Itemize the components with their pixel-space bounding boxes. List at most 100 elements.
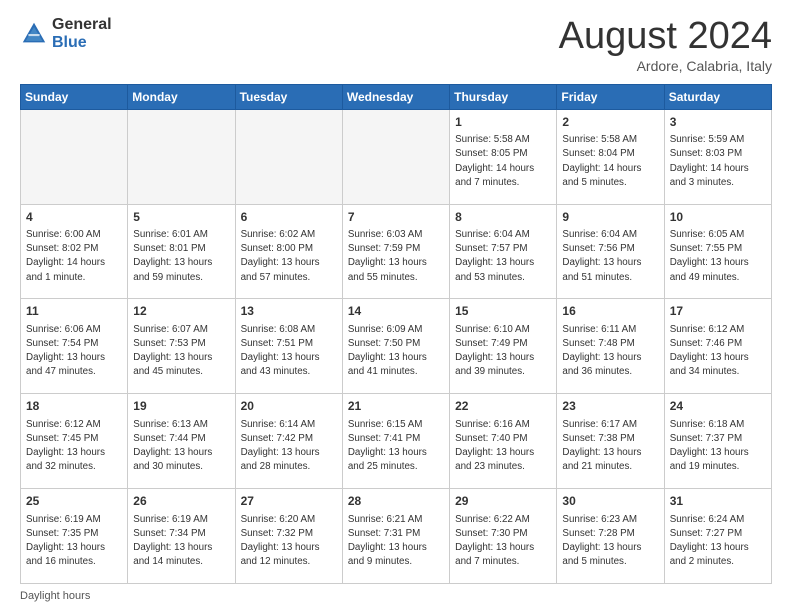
calendar-cell: 27Sunrise: 6:20 AMSunset: 7:32 PMDayligh… — [235, 489, 342, 584]
day-number: 1 — [455, 114, 551, 131]
calendar-cell: 16Sunrise: 6:11 AMSunset: 7:48 PMDayligh… — [557, 299, 664, 394]
title-section: August 2024 Ardore, Calabria, Italy — [559, 16, 772, 74]
day-info: Sunrise: 6:07 AMSunset: 7:53 PMDaylight:… — [133, 323, 229, 380]
calendar-week-4: 18 Sunrise: 6:12 AMSunset: 7:45 PMDayligh… — [21, 394, 772, 489]
day-info: Sunrise: 6:17 AMSunset: 7:38 PMDaylight:… — [562, 418, 658, 475]
calendar-cell: 23 Sunrise: 6:17 AMSunset: 7:38 PMDayligh… — [557, 394, 664, 489]
footer-daylight: Daylight hours — [20, 590, 772, 602]
calendar-week-5: 25 Sunrise: 6:19 AMSunset: 7:35 PMDayligh… — [21, 489, 772, 584]
day-info: Sunrise: 6:08 AMSunset: 7:51 PMDaylight:… — [241, 323, 337, 380]
calendar-cell: 3Sunrise: 5:59 AMSunset: 8:03 PMDaylight… — [664, 109, 771, 204]
day-number: 29 — [455, 493, 551, 510]
calendar-cell: 1 Sunrise: 5:58 AMSunset: 8:05 PMDaylight… — [450, 109, 557, 204]
day-info: Sunrise: 6:19 AMSunset: 7:35 PMDaylight:… — [26, 513, 122, 570]
day-info: Sunrise: 6:19 AMSunset: 7:34 PMDaylight:… — [133, 513, 229, 570]
day-number: 20 — [241, 398, 337, 415]
logo-blue-text: Blue — [52, 34, 112, 52]
calendar-body: 1 Sunrise: 5:58 AMSunset: 8:05 PMDaylight… — [21, 109, 772, 583]
day-number: 2 — [562, 114, 658, 131]
day-info: Sunrise: 5:58 AMSunset: 8:05 PMDaylight:… — [455, 133, 551, 190]
calendar-cell: 28 Sunrise: 6:21 AMSunset: 7:31 PMDayligh… — [342, 489, 449, 584]
day-number: 8 — [455, 209, 551, 226]
day-number: 18 — [26, 398, 122, 415]
calendar-cell: 2 Sunrise: 5:58 AMSunset: 8:04 PMDaylight… — [557, 109, 664, 204]
calendar-cell: 20 Sunrise: 6:14 AMSunset: 7:42 PMDayligh… — [235, 394, 342, 489]
calendar-cell: 22 Sunrise: 6:16 AMSunset: 7:40 PMDayligh… — [450, 394, 557, 489]
calendar-cell: 10 Sunrise: 6:05 AMSunset: 7:55 PMDayligh… — [664, 204, 771, 299]
weekday-header-thursday: Thursday — [450, 84, 557, 109]
calendar-cell: 9Sunrise: 6:04 AMSunset: 7:56 PMDaylight… — [557, 204, 664, 299]
day-number: 27 — [241, 493, 337, 510]
day-number: 21 — [348, 398, 444, 415]
calendar-cell — [128, 109, 235, 204]
location-subtitle: Ardore, Calabria, Italy — [559, 58, 772, 74]
calendar-cell: 6 Sunrise: 6:02 AMSunset: 8:00 PMDaylight… — [235, 204, 342, 299]
weekday-header-friday: Friday — [557, 84, 664, 109]
day-number: 11 — [26, 303, 122, 320]
day-number: 24 — [670, 398, 766, 415]
day-number: 23 — [562, 398, 658, 415]
day-number: 4 — [26, 209, 122, 226]
day-info: Sunrise: 6:00 AMSunset: 8:02 PMDaylight:… — [26, 228, 122, 285]
day-info: Sunrise: 6:14 AMSunset: 7:42 PMDaylight:… — [241, 418, 337, 475]
day-number: 25 — [26, 493, 122, 510]
day-info: Sunrise: 6:23 AMSunset: 7:28 PMDaylight:… — [562, 513, 658, 570]
day-number: 6 — [241, 209, 337, 226]
calendar-cell: 12 Sunrise: 6:07 AMSunset: 7:53 PMDayligh… — [128, 299, 235, 394]
calendar-cell: 7Sunrise: 6:03 AMSunset: 7:59 PMDaylight… — [342, 204, 449, 299]
calendar-cell: 8Sunrise: 6:04 AMSunset: 7:57 PMDaylight… — [450, 204, 557, 299]
logo: General Blue — [20, 16, 112, 51]
calendar-cell: 11 Sunrise: 6:06 AMSunset: 7:54 PMDayligh… — [21, 299, 128, 394]
weekday-header-monday: Monday — [128, 84, 235, 109]
day-info: Sunrise: 6:24 AMSunset: 7:27 PMDaylight:… — [670, 513, 766, 570]
day-info: Sunrise: 5:58 AMSunset: 8:04 PMDaylight:… — [562, 133, 658, 190]
day-info: Sunrise: 6:16 AMSunset: 7:40 PMDaylight:… — [455, 418, 551, 475]
day-number: 26 — [133, 493, 229, 510]
day-info: Sunrise: 6:12 AMSunset: 7:46 PMDaylight:… — [670, 323, 766, 380]
day-info: Sunrise: 6:03 AMSunset: 7:59 PMDaylight:… — [348, 228, 444, 285]
day-info: Sunrise: 6:10 AMSunset: 7:49 PMDaylight:… — [455, 323, 551, 380]
page: General Blue August 2024 Ardore, Calabri… — [0, 0, 792, 612]
weekday-header-wednesday: Wednesday — [342, 84, 449, 109]
day-number: 10 — [670, 209, 766, 226]
logo-icon — [20, 20, 48, 48]
day-info: Sunrise: 6:05 AMSunset: 7:55 PMDaylight:… — [670, 228, 766, 285]
calendar-cell: 13 Sunrise: 6:08 AMSunset: 7:51 PMDayligh… — [235, 299, 342, 394]
calendar-header: SundayMondayTuesdayWednesdayThursdayFrid… — [21, 84, 772, 109]
day-number: 13 — [241, 303, 337, 320]
calendar-week-3: 11 Sunrise: 6:06 AMSunset: 7:54 PMDayligh… — [21, 299, 772, 394]
logo-text: General Blue — [52, 16, 112, 51]
weekday-header-sunday: Sunday — [21, 84, 128, 109]
day-number: 17 — [670, 303, 766, 320]
calendar-cell: 30Sunrise: 6:23 AMSunset: 7:28 PMDayligh… — [557, 489, 664, 584]
calendar-cell: 4 Sunrise: 6:00 AMSunset: 8:02 PMDaylight… — [21, 204, 128, 299]
day-number: 5 — [133, 209, 229, 226]
day-info: Sunrise: 6:01 AMSunset: 8:01 PMDaylight:… — [133, 228, 229, 285]
day-number: 14 — [348, 303, 444, 320]
calendar-cell: 29Sunrise: 6:22 AMSunset: 7:30 PMDayligh… — [450, 489, 557, 584]
day-info: Sunrise: 6:04 AMSunset: 7:56 PMDaylight:… — [562, 228, 658, 285]
day-info: Sunrise: 6:06 AMSunset: 7:54 PMDaylight:… — [26, 323, 122, 380]
calendar-cell — [235, 109, 342, 204]
day-number: 28 — [348, 493, 444, 510]
day-info: Sunrise: 6:12 AMSunset: 7:45 PMDaylight:… — [26, 418, 122, 475]
day-number: 31 — [670, 493, 766, 510]
day-number: 12 — [133, 303, 229, 320]
day-info: Sunrise: 6:18 AMSunset: 7:37 PMDaylight:… — [670, 418, 766, 475]
calendar-cell: 24 Sunrise: 6:18 AMSunset: 7:37 PMDayligh… — [664, 394, 771, 489]
month-title: August 2024 — [559, 16, 772, 58]
day-number: 15 — [455, 303, 551, 320]
calendar-cell: 19Sunrise: 6:13 AMSunset: 7:44 PMDayligh… — [128, 394, 235, 489]
calendar-cell: 17 Sunrise: 6:12 AMSunset: 7:46 PMDayligh… — [664, 299, 771, 394]
weekday-header-tuesday: Tuesday — [235, 84, 342, 109]
logo-general-text: General — [52, 16, 112, 34]
day-number: 22 — [455, 398, 551, 415]
day-info: Sunrise: 6:11 AMSunset: 7:48 PMDaylight:… — [562, 323, 658, 380]
calendar-cell: 14Sunrise: 6:09 AMSunset: 7:50 PMDayligh… — [342, 299, 449, 394]
weekday-header-saturday: Saturday — [664, 84, 771, 109]
top-section: General Blue August 2024 Ardore, Calabri… — [20, 16, 772, 74]
day-info: Sunrise: 6:13 AMSunset: 7:44 PMDaylight:… — [133, 418, 229, 475]
day-info: Sunrise: 6:02 AMSunset: 8:00 PMDaylight:… — [241, 228, 337, 285]
calendar-cell: 26 Sunrise: 6:19 AMSunset: 7:34 PMDayligh… — [128, 489, 235, 584]
day-info: Sunrise: 6:21 AMSunset: 7:31 PMDaylight:… — [348, 513, 444, 570]
